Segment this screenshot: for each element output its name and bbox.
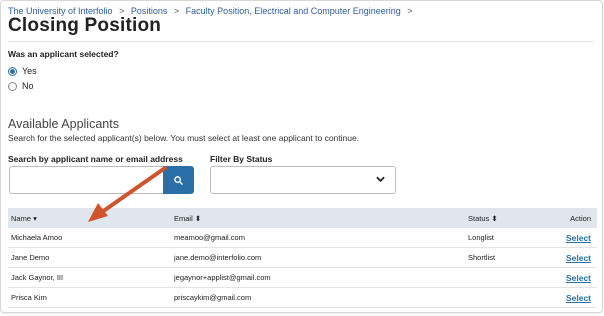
applicant-status: Longlist: [468, 233, 494, 242]
applicant-email: jegaynor+applist@gmail.com: [174, 273, 271, 282]
radio-no[interactable]: No: [8, 81, 34, 91]
table-header-row: Name ▾ Email ⬍ Status ⬍ Action: [8, 208, 597, 228]
search-label: Search by applicant name or email addres…: [8, 154, 183, 164]
name-header-label: Name: [11, 213, 32, 223]
applicant-email: jane.demo@interfolio.com: [174, 253, 262, 262]
selection-question-label: Was an applicant selected?: [8, 49, 119, 59]
radio-yes[interactable]: Yes: [8, 66, 37, 76]
applicants-table: Name ▾ Email ⬍ Status ⬍ Action Michaela …: [8, 208, 597, 308]
table-row: Jane Demo jane.demo@interfolio.com Short…: [8, 248, 597, 268]
select-applicant-link[interactable]: Select: [566, 273, 591, 283]
section-title: Available Applicants: [8, 117, 119, 131]
status-filter-select[interactable]: [210, 166, 396, 194]
search-button[interactable]: [163, 166, 194, 194]
breadcrumb-separator: >: [407, 6, 413, 16]
applicant-name: Michaela Amoo: [11, 233, 63, 242]
applicant-email: priscaykim@gmail.com: [174, 293, 252, 302]
section-description: Search for the selected applicant(s) bel…: [8, 133, 360, 143]
sort-icon: ⬍: [194, 213, 202, 223]
radio-yes-label: Yes: [22, 66, 37, 76]
radio-yes-button[interactable]: [8, 66, 17, 76]
page-title: Closing Position: [8, 15, 162, 36]
applicant-status: Shortlist: [468, 253, 496, 262]
applicant-name: Prisca Kim: [11, 293, 47, 302]
radio-no-button[interactable]: [8, 81, 17, 91]
sort-icon: ⬍: [491, 213, 498, 223]
status-column-header[interactable]: Status ⬍: [468, 214, 498, 223]
name-column-header[interactable]: Name ▾: [11, 214, 37, 223]
email-column-header[interactable]: Email ⬍: [174, 214, 201, 223]
email-header-label: Email: [174, 213, 193, 223]
applicant-name: Jack Gaynor, III: [11, 273, 64, 282]
page-frame: The University of Interfolio > Positions…: [0, 0, 603, 313]
select-applicant-link[interactable]: Select: [566, 253, 591, 263]
breadcrumb-separator: >: [173, 6, 180, 16]
sort-desc-icon: ▾: [33, 213, 37, 223]
search-input[interactable]: [9, 166, 164, 194]
applicant-name: Jane Demo: [11, 253, 50, 262]
title-divider: [8, 41, 594, 42]
status-header-label: Status: [468, 213, 490, 223]
breadcrumb-position-link[interactable]: Faculty Position, Electrical and Compute…: [186, 6, 401, 16]
chevron-down-icon: [376, 176, 385, 183]
action-column-header: Action: [570, 213, 591, 223]
select-applicant-link[interactable]: Select: [566, 293, 591, 303]
search-icon: [174, 175, 183, 185]
table-row: Jack Gaynor, III jegaynor+applist@gmail.…: [8, 268, 597, 288]
radio-no-label: No: [22, 81, 34, 91]
filter-label: Filter By Status: [210, 154, 273, 164]
applicant-email: meamoo@gmail.com: [174, 233, 245, 242]
table-row: Prisca Kim priscaykim@gmail.com Select: [8, 288, 597, 308]
table-row: Michaela Amoo meamoo@gmail.com Longlist …: [8, 228, 597, 248]
select-applicant-link[interactable]: Select: [566, 233, 591, 243]
